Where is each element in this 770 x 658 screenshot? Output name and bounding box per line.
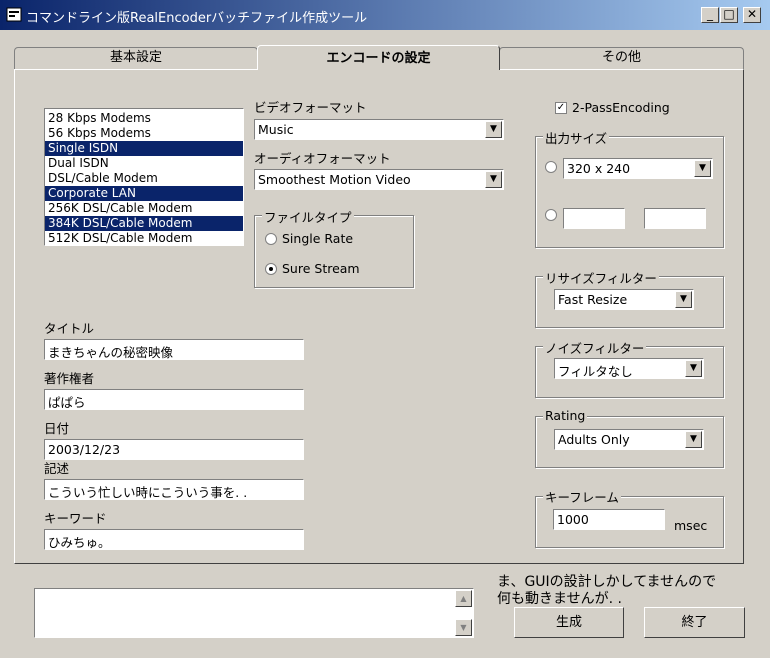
scroll-up-icon[interactable]: ▲ (455, 590, 472, 607)
resize-filter-select[interactable]: Fast Resize ▼ (554, 289, 694, 310)
checkmark-icon: ✓ (556, 102, 566, 113)
window-title: コマンドライン版RealEncoderバッチファイル作成ツール (26, 11, 368, 26)
date-label: 日付 (44, 421, 70, 436)
output-height-input[interactable] (644, 208, 706, 229)
close-button[interactable]: ✕ (743, 7, 761, 23)
list-item[interactable]: 28 Kbps Modems (45, 111, 243, 126)
title-label: タイトル (44, 321, 95, 336)
resize-filter-label: リサイズフィルター (543, 268, 659, 287)
audio-format-select[interactable]: Smoothest Motion Video ▼ (254, 169, 504, 190)
keyword-label: キーワード (44, 511, 107, 526)
tab-encode-settings[interactable]: エンコードの設定 (257, 45, 500, 70)
chevron-down-icon[interactable]: ▼ (685, 360, 702, 377)
generate-button[interactable]: 生成 (514, 607, 624, 638)
list-item[interactable]: Single ISDN (45, 141, 243, 156)
output-size-select[interactable]: 320 x 240 ▼ (563, 158, 713, 179)
noise-filter-value: フィルタなし (558, 364, 633, 379)
author-input[interactable]: ぱぱら (44, 389, 304, 410)
tab-basic-settings[interactable]: 基本設定 (14, 47, 258, 69)
minimize-button[interactable]: _ (701, 7, 719, 23)
title-input[interactable]: まきちゃんの秘密映像 (44, 339, 304, 360)
keyframe-unit: msec (674, 518, 708, 533)
chevron-down-icon[interactable]: ▼ (685, 431, 702, 448)
list-item[interactable]: 512K DSL/Cable Modem (45, 231, 243, 246)
output-width-input[interactable] (563, 208, 625, 229)
two-pass-checkbox[interactable]: ✓ (555, 102, 567, 114)
date-input[interactable]: 2003/12/23 (44, 439, 304, 460)
chevron-down-icon[interactable]: ▼ (485, 121, 502, 138)
noise-filter-select[interactable]: フィルタなし ▼ (554, 358, 704, 379)
rating-label: Rating (543, 408, 588, 423)
rating-value: Adults Only (558, 432, 630, 447)
chevron-down-icon[interactable]: ▼ (485, 171, 502, 188)
keyword-input[interactable]: ひみちゅ。 (44, 529, 304, 550)
noise-filter-label: ノイズフィルター (543, 338, 647, 357)
output-size-label: 出力サイズ (543, 128, 610, 147)
two-pass-label: 2-PassEncoding (572, 100, 670, 115)
file-type-label: ファイルタイプ (262, 207, 354, 226)
notice-line-2: 何も動きませんが. . (497, 591, 622, 607)
log-textarea[interactable]: ▲ ▼ (34, 588, 474, 638)
tab-other[interactable]: その他 (499, 47, 744, 69)
description-label: 記述 (44, 461, 70, 476)
scroll-down-icon[interactable]: ▼ (455, 619, 472, 636)
audio-format-label: オーディオフォーマット (254, 151, 391, 166)
video-format-label: ビデオフォーマット (254, 100, 367, 115)
list-item[interactable]: Dual ISDN (45, 156, 243, 171)
exit-button[interactable]: 終了 (644, 607, 745, 638)
resize-filter-value: Fast Resize (558, 292, 628, 307)
rating-select[interactable]: Adults Only ▼ (554, 429, 704, 450)
audio-format-value: Smoothest Motion Video (258, 172, 411, 187)
chevron-down-icon[interactable]: ▼ (675, 291, 692, 308)
output-size-preset-radio[interactable] (545, 161, 557, 173)
sure-stream-label: Sure Stream (282, 261, 360, 276)
list-item[interactable]: 384K DSL/Cable Modem (45, 216, 243, 231)
list-item[interactable]: Corporate LAN (45, 186, 243, 201)
maximize-button[interactable]: □ (720, 7, 738, 23)
video-format-value: Music (258, 122, 294, 137)
single-rate-label: Single Rate (282, 231, 354, 246)
keyframe-label: キーフレーム (543, 487, 621, 506)
video-format-select[interactable]: Music ▼ (254, 119, 504, 140)
app-icon (6, 7, 22, 22)
sure-stream-radio[interactable] (265, 263, 277, 275)
output-size-value: 320 x 240 (567, 161, 631, 176)
author-label: 著作権者 (44, 371, 95, 386)
description-input[interactable]: こういう忙しい時にこういう事を. . (44, 479, 304, 500)
title-bar: コマンドライン版RealEncoderバッチファイル作成ツール _ □ ✕ (0, 0, 770, 30)
chevron-down-icon[interactable]: ▼ (694, 160, 711, 177)
list-item[interactable]: 56 Kbps Modems (45, 126, 243, 141)
target-audience-list[interactable]: 28 Kbps Modems 56 Kbps Modems Single ISDN D… (44, 108, 244, 246)
output-size-custom-radio[interactable] (545, 209, 557, 221)
output-size-group (535, 136, 724, 248)
list-item[interactable]: DSL/Cable Modem (45, 171, 243, 186)
single-rate-radio[interactable] (265, 233, 277, 245)
list-item[interactable]: 256K DSL/Cable Modem (45, 201, 243, 216)
keyframe-input[interactable]: 1000 (553, 509, 665, 530)
